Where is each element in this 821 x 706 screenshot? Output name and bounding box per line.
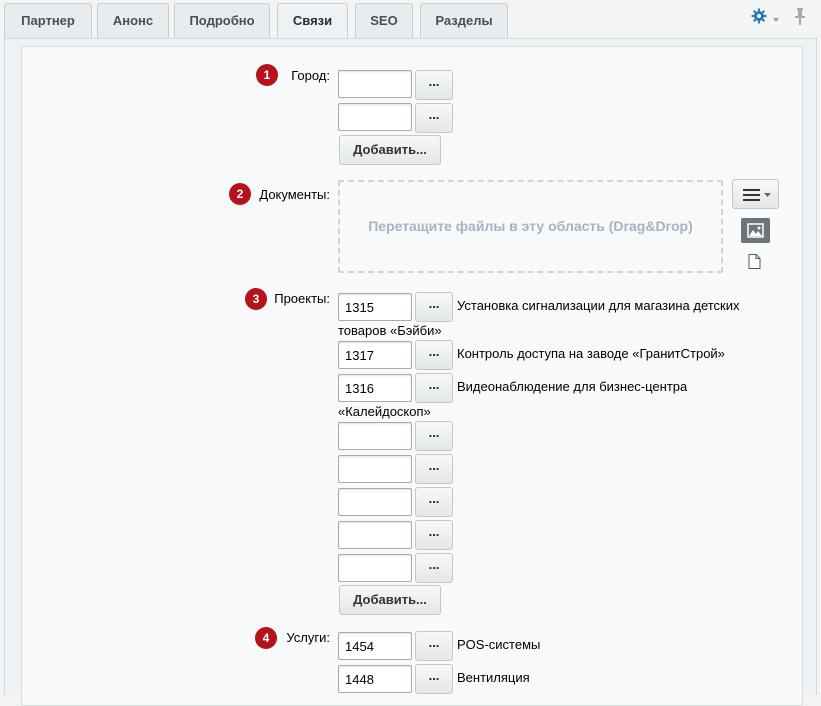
project-browse-button-3[interactable]: ...	[415, 373, 453, 403]
chevron-down-icon[interactable]	[773, 18, 779, 22]
service-title-1: POS-системы	[457, 637, 541, 652]
city-input-1[interactable]	[338, 70, 412, 98]
project-title-3: Видеонаблюдение для бизнес-центра	[457, 379, 688, 394]
project-browse-button-8[interactable]: ...	[415, 553, 453, 583]
project-id-input-5[interactable]	[338, 455, 412, 483]
tab-sections[interactable]: Разделы	[420, 3, 508, 38]
projects-add-button[interactable]: Добавить...	[339, 585, 441, 615]
tab-announce[interactable]: Анонс	[97, 3, 169, 38]
city-label: Город:	[291, 68, 330, 83]
city-add-button[interactable]: Добавить...	[339, 135, 441, 165]
city-browse-button-2[interactable]: ...	[415, 103, 453, 133]
service-id-input-1[interactable]	[338, 632, 412, 660]
project-id-input-8[interactable]	[338, 554, 412, 582]
toolbar	[751, 8, 821, 32]
project-id-input-6[interactable]	[338, 488, 412, 516]
project-title-1: Установка сигнализации для магазина детс…	[457, 298, 740, 313]
hint-badge-documents: 2	[229, 183, 251, 205]
project-id-input-3[interactable]	[338, 374, 412, 402]
city-browse-button-1[interactable]: ...	[415, 70, 453, 100]
project-title-2: Контроль доступа на заводе «ГранитСтрой»	[457, 346, 725, 361]
project-title-1-cont: товаров «Бэйби»	[338, 323, 442, 338]
project-id-input-2[interactable]	[338, 341, 412, 369]
project-browse-button-2[interactable]: ...	[415, 340, 453, 370]
services-label: Услуги:	[286, 630, 330, 645]
project-browse-button-7[interactable]: ...	[415, 520, 453, 550]
tab-details[interactable]: Подробно	[174, 3, 270, 38]
service-title-2: Вентиляция	[457, 670, 530, 685]
project-browse-button-6[interactable]: ...	[415, 487, 453, 517]
file-dropzone[interactable]: Перетащите файлы в эту область (Drag&Dro…	[338, 180, 723, 273]
service-id-input-2[interactable]	[338, 665, 412, 693]
service-browse-button-1[interactable]: ...	[415, 631, 453, 661]
project-browse-button-5[interactable]: ...	[415, 454, 453, 484]
tab-seo[interactable]: SEO	[355, 3, 413, 38]
project-id-input-7[interactable]	[338, 521, 412, 549]
tab-partner[interactable]: Партнер	[4, 3, 92, 38]
gear-icon[interactable]	[751, 8, 767, 27]
tab-bar: Партнер Анонс Подробно Связи SEO Разделы	[0, 0, 821, 41]
file-icon[interactable]	[748, 254, 761, 272]
project-id-input-1[interactable]	[338, 293, 412, 321]
project-browse-button-4[interactable]: ...	[415, 421, 453, 451]
service-browse-button-2[interactable]: ...	[415, 664, 453, 694]
project-title-3-cont: «Калейдоскоп»	[338, 404, 431, 419]
projects-label: Проекты:	[274, 291, 330, 306]
upload-menu-button[interactable]	[732, 179, 779, 209]
documents-label: Документы:	[259, 187, 330, 202]
city-input-2[interactable]	[338, 103, 412, 131]
tab-links[interactable]: Связи	[277, 3, 348, 41]
image-upload-button[interactable]	[741, 218, 770, 243]
project-browse-button-1[interactable]: ...	[415, 292, 453, 322]
pin-icon[interactable]	[794, 8, 806, 29]
project-id-input-4[interactable]	[338, 422, 412, 450]
